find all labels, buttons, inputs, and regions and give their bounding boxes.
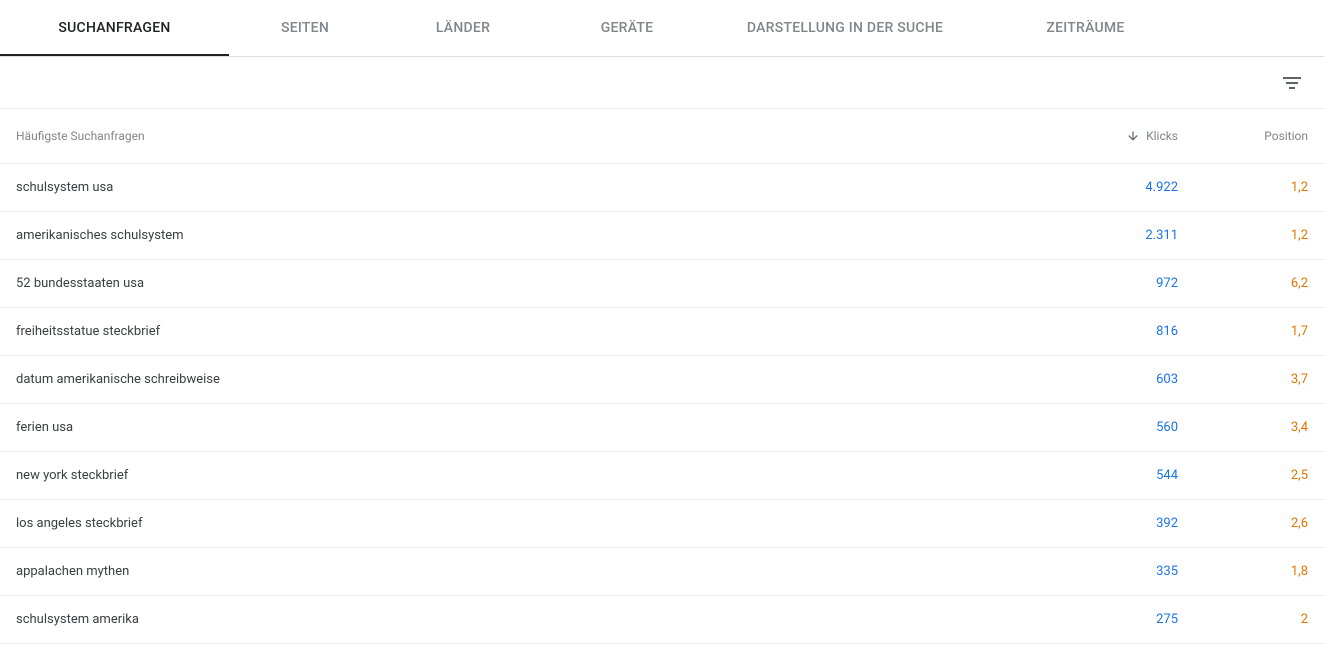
position-cell: 1,2 [1178,228,1308,243]
tab-darstellung-in-der-suche[interactable]: DARSTELLUNG IN DER SUCHE [709,0,981,56]
clicks-cell: 544 [1058,468,1178,483]
tab-seiten[interactable]: SEITEN [229,0,381,56]
query-cell[interactable]: schulsystem amerika [16,612,1058,627]
table-row: schulsystem usa4.9221,2 [0,164,1324,212]
header-query[interactable]: Häufigste Suchanfragen [16,129,1058,143]
tab-zeiträume[interactable]: ZEITRÄUME [981,0,1190,56]
query-cell[interactable]: appalachen mythen [16,564,1058,579]
query-cell[interactable]: schulsystem usa [16,180,1058,195]
query-cell[interactable]: new york steckbrief [16,468,1058,483]
table-row: ferien usa5603,4 [0,404,1324,452]
clicks-cell: 816 [1058,324,1178,339]
table-row: new york steckbrief5442,5 [0,452,1324,500]
table-row: los angeles steckbrief3922,6 [0,500,1324,548]
table-header: Häufigste Suchanfragen Klicks Position [0,109,1324,164]
position-cell: 2 [1178,612,1308,627]
position-cell: 6,2 [1178,276,1308,291]
query-cell[interactable]: los angeles steckbrief [16,516,1058,531]
clicks-cell: 560 [1058,420,1178,435]
query-cell[interactable]: 52 bundesstaaten usa [16,276,1058,291]
tabs-bar: SUCHANFRAGENSEITENLÄNDERGERÄTEDARSTELLUN… [0,0,1324,57]
tab-länder[interactable]: LÄNDER [381,0,545,56]
table-row: schulsystem amerika2752 [0,596,1324,644]
clicks-cell: 392 [1058,516,1178,531]
position-cell: 3,4 [1178,420,1308,435]
table-row: datum amerikanische schreibweise6033,7 [0,356,1324,404]
table-row: 52 bundesstaaten usa9726,2 [0,260,1324,308]
clicks-cell: 972 [1058,276,1178,291]
clicks-cell: 603 [1058,372,1178,387]
clicks-cell: 275 [1058,612,1178,627]
header-clicks-label: Klicks [1146,129,1178,143]
table-row: appalachen mythen3351,8 [0,548,1324,596]
query-cell[interactable]: datum amerikanische schreibweise [16,372,1058,387]
position-cell: 1,8 [1178,564,1308,579]
clicks-cell: 335 [1058,564,1178,579]
tab-suchanfragen[interactable]: SUCHANFRAGEN [0,0,229,56]
position-cell: 1,2 [1178,180,1308,195]
query-cell[interactable]: amerikanisches schulsystem [16,228,1058,243]
query-cell[interactable]: freiheitsstatue steckbrief [16,324,1058,339]
position-cell: 2,6 [1178,516,1308,531]
table-row: freiheitsstatue steckbrief8161,7 [0,308,1324,356]
clicks-cell: 2.311 [1058,228,1178,243]
query-cell[interactable]: ferien usa [16,420,1058,435]
clicks-cell: 4.922 [1058,180,1178,195]
filter-icon[interactable] [1280,71,1304,95]
filter-row [0,57,1324,109]
table-body: schulsystem usa4.9221,2amerikanisches sc… [0,164,1324,644]
position-cell: 1,7 [1178,324,1308,339]
tab-geräte[interactable]: GERÄTE [545,0,709,56]
arrow-down-icon [1126,129,1140,143]
position-cell: 2,5 [1178,468,1308,483]
header-position[interactable]: Position [1178,129,1308,143]
table-row: amerikanisches schulsystem2.3111,2 [0,212,1324,260]
header-clicks[interactable]: Klicks [1058,129,1178,143]
position-cell: 3,7 [1178,372,1308,387]
